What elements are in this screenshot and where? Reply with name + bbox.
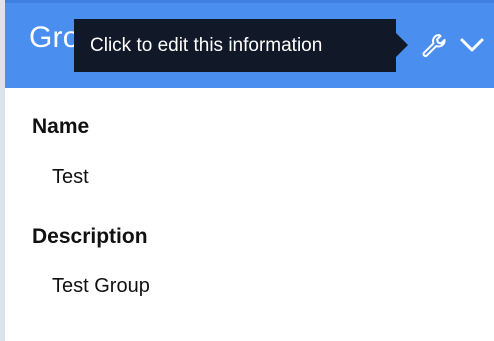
edit-tooltip: Click to edit this information: [74, 19, 396, 72]
description-label: Description: [32, 225, 148, 248]
wrench-icon-glyph: [422, 34, 446, 57]
chevron-down-glyph: [460, 38, 484, 52]
name-value: Test: [52, 166, 89, 188]
description-value: Test Group: [52, 275, 150, 297]
tooltip-arrow: [396, 33, 408, 57]
chevron-down-icon[interactable]: [457, 33, 487, 57]
name-label: Name: [32, 115, 90, 138]
wrench-icon[interactable]: [417, 29, 449, 61]
group-information-panel: Group Information Click to edit this inf…: [0, 0, 494, 341]
